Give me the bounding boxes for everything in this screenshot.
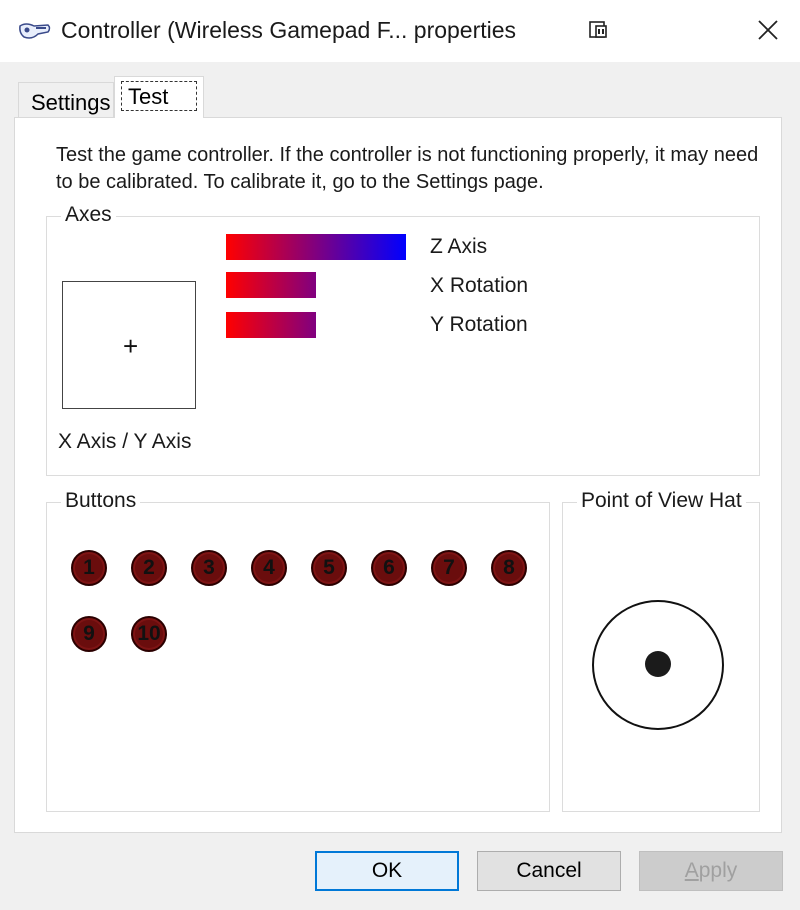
- x-rotation-bar: [226, 272, 316, 298]
- controller-button-8: 8: [491, 550, 527, 586]
- pov-group-title: Point of View Hat: [577, 489, 746, 513]
- context-help-icon: [589, 21, 607, 38]
- x-rotation-label: X Rotation: [430, 274, 529, 297]
- buttons-group: Buttons: [46, 489, 550, 812]
- cancel-button-label: Cancel: [516, 859, 582, 882]
- close-button[interactable]: [748, 10, 788, 50]
- tab-test[interactable]: Test: [114, 76, 204, 118]
- tab-settings[interactable]: Settings: [18, 82, 114, 118]
- context-help-button[interactable]: [578, 10, 618, 50]
- xy-axis-display: +: [62, 281, 196, 409]
- controller-button-4: 4: [251, 550, 287, 586]
- axes-group-title: Axes: [61, 203, 116, 227]
- buttons-group-title: Buttons: [61, 489, 141, 513]
- apply-button-label: Apply: [684, 859, 738, 882]
- pov-hat-indicator: [645, 651, 671, 677]
- cancel-button[interactable]: Cancel: [477, 851, 621, 891]
- gamepad-icon: [18, 20, 52, 42]
- y-rotation-label: Y Rotation: [430, 313, 528, 336]
- controller-button-5: 5: [311, 550, 347, 586]
- y-rotation-bar: [226, 312, 316, 338]
- intro-text: Test the game controller. If the control…: [56, 144, 759, 193]
- controller-button-2: 2: [131, 550, 167, 586]
- ok-button-label: OK: [371, 859, 403, 882]
- tab-test-label: Test: [121, 81, 197, 111]
- controller-button-3: 3: [191, 550, 227, 586]
- xy-axis-label: X Axis / Y Axis: [58, 430, 192, 453]
- z-axis-label: Z Axis: [430, 235, 488, 258]
- controller-button-1: 1: [71, 550, 107, 586]
- tab-settings-label: Settings: [31, 90, 111, 115]
- apply-button: Apply: [639, 851, 783, 891]
- title-bar: Controller (Wireless Gamepad F... proper…: [0, 0, 800, 62]
- z-axis-bar: [226, 234, 406, 260]
- ok-button[interactable]: OK: [315, 851, 459, 891]
- controller-button-9: 9: [71, 616, 107, 652]
- controller-button-7: 7: [431, 550, 467, 586]
- xy-crosshair: +: [123, 331, 139, 361]
- close-icon: [758, 20, 778, 40]
- window-title: Controller (Wireless Gamepad F... proper…: [61, 17, 517, 43]
- controller-button-10: 10: [131, 616, 167, 652]
- controller-button-6: 6: [371, 550, 407, 586]
